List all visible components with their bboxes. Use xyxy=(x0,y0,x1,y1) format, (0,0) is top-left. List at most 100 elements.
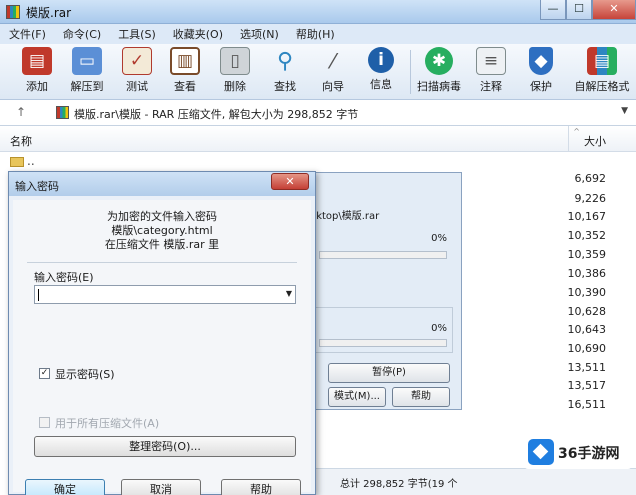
file-size: 10,690 xyxy=(567,342,607,355)
watermark-text: 36手游网 xyxy=(558,446,620,462)
password-dialog-titlebar: 输入密码 ✕ xyxy=(9,172,315,196)
menu-favorites[interactable]: 收藏夹(O) xyxy=(173,26,223,42)
info-label: 信息 xyxy=(370,78,392,91)
total-progress-bar xyxy=(319,339,447,347)
file-size: 13,517 xyxy=(567,379,607,392)
organize-passwords-button[interactable]: 整理密码(O)... xyxy=(34,436,296,457)
file-size: 10,386 xyxy=(567,267,607,280)
file-size: 10,359 xyxy=(567,248,607,261)
watermark-logo-icon xyxy=(528,439,554,465)
add-button[interactable]: ▤ 添加 xyxy=(14,47,60,94)
sort-indicator-icon: ^ xyxy=(573,127,580,136)
status-total: 总计 298,852 字节(19 个 xyxy=(340,479,458,490)
toolbar-separator xyxy=(410,50,411,94)
comment-button[interactable]: ≡ 注释 xyxy=(468,47,514,94)
address-bar: ↑ 模版.rar\模版 - RAR 压缩文件, 解包大小为 298,852 字节… xyxy=(0,100,636,126)
password-dialog-body: 为加密的文件输入密码 模版\category.html 在压缩文件 模版.rar… xyxy=(13,200,311,495)
column-name-header[interactable]: 名称 xyxy=(10,133,32,149)
file-size: 10,390 xyxy=(567,286,607,299)
show-password-checkbox[interactable]: ✓ xyxy=(39,368,50,379)
use-for-all-label: 用于所有压缩文件(A) xyxy=(55,417,160,430)
sfx-label: 自解压格式 xyxy=(574,80,630,93)
cancel-button[interactable]: 取消 xyxy=(121,479,201,495)
parent-folder-row[interactable]: .. xyxy=(10,154,35,168)
info-icon: i xyxy=(368,47,394,73)
text-caret xyxy=(38,289,39,301)
password-input[interactable]: ▼ xyxy=(34,285,296,304)
info-button[interactable]: i 信息 xyxy=(358,47,404,92)
total-progress-percent: 0% xyxy=(431,323,447,334)
file-size: 13,511 xyxy=(567,361,607,374)
window-title: 模版.rar xyxy=(26,6,72,20)
protect-shield-icon: ◆ xyxy=(529,47,553,75)
menu-tools[interactable]: 工具(S) xyxy=(118,26,156,42)
wizard-wand-icon: ⁄ xyxy=(331,49,335,73)
protect-button[interactable]: ◆ 保护 xyxy=(518,47,564,94)
menu-commands[interactable]: 命令(C) xyxy=(63,26,101,42)
file-progress-percent: 0% xyxy=(431,233,447,244)
comment-icon: ≡ xyxy=(476,47,506,75)
password-dialog: 输入密码 ✕ 为加密的文件输入密码 模版\category.html 在压缩文件… xyxy=(8,171,316,495)
file-size: 10,628 xyxy=(567,305,607,318)
close-button[interactable]: ✕ xyxy=(592,0,636,20)
winrar-app-icon xyxy=(6,5,20,19)
file-size: 9,226 xyxy=(574,192,607,205)
window-controls: — ☐ ✕ xyxy=(540,0,636,20)
extract-help-button[interactable]: 帮助 xyxy=(392,387,450,407)
find-button[interactable]: ⚲ 查找 xyxy=(262,47,308,94)
sfx-icon: ▤ xyxy=(587,47,617,75)
wizard-button[interactable]: ⁄ 向导 xyxy=(310,47,356,94)
file-size: 10,352 xyxy=(567,229,607,242)
chevron-down-icon[interactable]: ▼ xyxy=(621,106,628,116)
up-arrow-icon[interactable]: ↑ xyxy=(16,105,26,119)
find-label: 查找 xyxy=(274,80,296,93)
test-button[interactable]: ✓ 测试 xyxy=(114,47,160,94)
extract-folder-icon: ▭ xyxy=(72,47,102,75)
dialog-close-button[interactable]: ✕ xyxy=(271,173,309,190)
maximize-button[interactable]: ☐ xyxy=(566,0,592,20)
menu-options[interactable]: 选项(N) xyxy=(240,26,279,42)
file-size: 16,511 xyxy=(567,398,607,411)
file-size: 10,167 xyxy=(567,210,607,223)
scan-virus-label: 扫描病毒 xyxy=(417,80,461,93)
add-archive-icon: ▤ xyxy=(22,47,52,75)
view-button[interactable]: ▥ 查看 xyxy=(162,47,208,94)
use-for-all-checkbox[interactable] xyxy=(39,417,50,428)
status-bar: 总计 298,852 字节(19 个 xyxy=(290,468,636,495)
help-button[interactable]: 帮助 xyxy=(221,479,301,495)
wizard-label: 向导 xyxy=(322,80,344,93)
extract-to-button[interactable]: ▭ 解压到 xyxy=(64,47,110,94)
view-book-icon: ▥ xyxy=(170,47,200,75)
menu-file[interactable]: 文件(F) xyxy=(9,26,46,42)
test-icon: ✓ xyxy=(122,47,152,75)
password-label: 输入密码(E) xyxy=(34,271,94,284)
window-titlebar: 模版.rar — ☐ ✕ xyxy=(0,0,636,24)
delete-label: 删除 xyxy=(224,80,246,93)
test-label: 测试 xyxy=(126,80,148,93)
delete-bin-icon: ▯ xyxy=(220,47,250,75)
extract-to-label: 解压到 xyxy=(70,80,104,93)
sfx-button[interactable]: ▤ 自解压格式 xyxy=(574,47,630,94)
ok-button[interactable]: 确定 xyxy=(25,479,105,495)
parent-folder-label: .. xyxy=(27,154,35,168)
password-dialog-title: 输入密码 xyxy=(15,180,59,193)
archive-name-message: 在压缩文件 模版.rar 里 xyxy=(104,238,220,251)
menu-help[interactable]: 帮助(H) xyxy=(296,26,335,42)
column-size-header[interactable]: 大小 xyxy=(584,133,606,149)
divider xyxy=(27,262,297,263)
find-magnifier-icon: ⚲ xyxy=(276,48,294,74)
folder-icon xyxy=(10,156,24,167)
view-label: 查看 xyxy=(174,80,196,93)
minimize-button[interactable]: — xyxy=(540,0,566,20)
pause-button[interactable]: 暂停(P) xyxy=(328,363,450,383)
chevron-down-icon[interactable]: ▼ xyxy=(286,289,292,298)
menu-bar: 文件(F) 命令(C) 工具(S) 收藏夹(O) 选项(N) 帮助(H) xyxy=(0,24,636,44)
protect-label: 保护 xyxy=(530,80,552,93)
scan-virus-button[interactable]: ✱ 扫描病毒 xyxy=(416,47,462,94)
delete-button[interactable]: ▯ 删除 xyxy=(212,47,258,94)
archive-path: 模版.rar\模版 - RAR 压缩文件, 解包大小为 298,852 字节 xyxy=(74,108,359,121)
scan-virus-icon: ✱ xyxy=(425,47,453,75)
mode-button[interactable]: 模式(M)... xyxy=(328,387,386,407)
list-header: 名称 ^ 大小 xyxy=(0,126,636,152)
file-size: 6,692 xyxy=(574,172,607,185)
